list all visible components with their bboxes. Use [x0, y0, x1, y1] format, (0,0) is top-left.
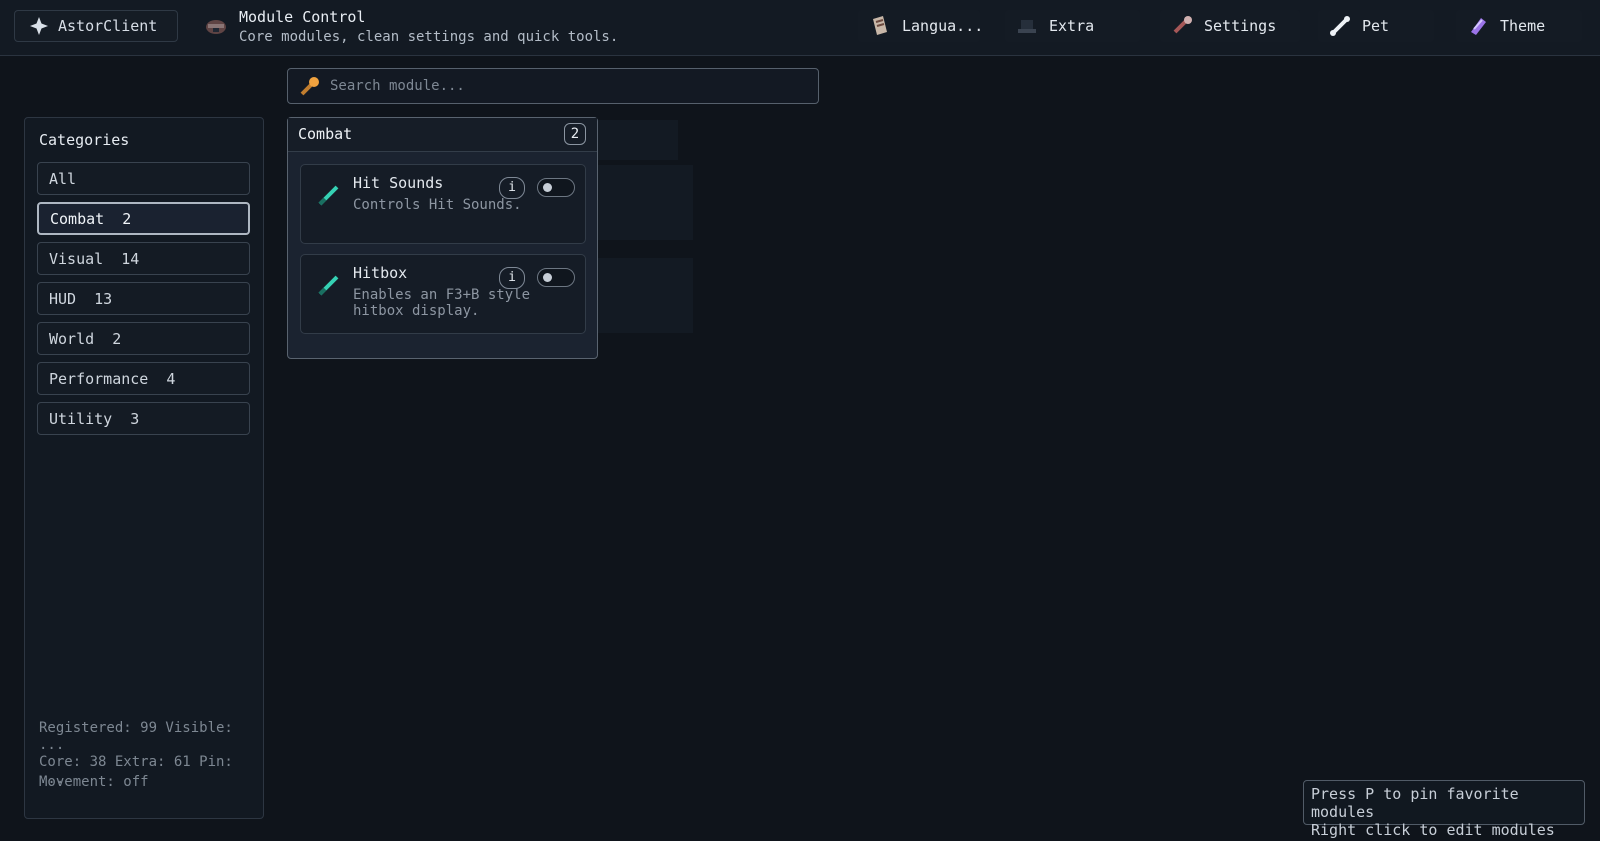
- brand-name: AstorClient: [58, 17, 158, 35]
- nav-settings-label: Settings: [1204, 17, 1277, 35]
- hat-icon: [1018, 20, 1036, 33]
- category-hud[interactable]: HUD 13: [37, 282, 250, 315]
- nav-extra-label: Extra: [1049, 17, 1095, 35]
- bone-icon: [1330, 16, 1350, 36]
- nav-theme-tab[interactable]: Theme: [1456, 10, 1582, 42]
- search-placeholder: Search module...: [330, 78, 465, 94]
- module-title: Module Control: [239, 8, 366, 26]
- category-combat[interactable]: Combat 2: [37, 202, 250, 235]
- category-performance[interactable]: Performance 4: [37, 362, 250, 395]
- panel-header: Combat 2: [288, 118, 597, 152]
- module-card-hitbox[interactable]: Hitbox Enables an F3+B style hitbox disp…: [300, 254, 586, 334]
- categories-sidebar: Categories All Combat 2 Visual 14 HUD 13…: [24, 117, 264, 819]
- sword-icon: [318, 275, 339, 296]
- background-ghost-card: [598, 165, 693, 240]
- book-icon: [873, 16, 887, 35]
- background-ghost-card: [598, 120, 678, 160]
- categories-title: Categories: [39, 131, 130, 149]
- combat-module-panel: Combat 2 Hit Sounds Controls Hit Sounds.…: [287, 117, 598, 359]
- info-button[interactable]: i: [499, 177, 525, 199]
- category-visual[interactable]: Visual 14: [37, 242, 250, 275]
- hint-line-2: Right click to edit modules: [1311, 821, 1555, 839]
- crystal-icon: [1471, 18, 1486, 35]
- category-utility[interactable]: Utility 3: [37, 402, 250, 435]
- nav-extra-tab[interactable]: Extra: [1005, 10, 1140, 42]
- movement-status: Movement: off: [39, 774, 149, 790]
- toggle-knob: [543, 273, 552, 282]
- module-card-hit-sounds[interactable]: Hit Sounds Controls Hit Sounds. i: [300, 164, 586, 244]
- nav-language-label: Langua...: [902, 17, 984, 35]
- module-name: Hit Sounds: [353, 174, 444, 192]
- module-toggle[interactable]: [537, 178, 575, 197]
- module-description: Controls Hit Sounds.: [353, 197, 522, 213]
- module-count-badge: 2: [564, 123, 586, 145]
- module-description: Enables an F3+B style hitbox display.: [353, 287, 531, 319]
- category-world[interactable]: World 2: [37, 322, 250, 355]
- toggle-knob: [543, 183, 552, 192]
- brand-button[interactable]: AstorClient: [14, 10, 178, 42]
- top-bar: AstorClient Module Control Core modules,…: [0, 0, 1600, 56]
- search-input[interactable]: Search module...: [287, 68, 819, 104]
- chest-icon: [206, 20, 226, 34]
- nav-theme-label: Theme: [1500, 17, 1546, 35]
- module-name: Hitbox: [353, 264, 408, 282]
- module-header: Module Control Core modules, clean setti…: [205, 8, 618, 45]
- nav-language-tab[interactable]: Langua...: [858, 10, 984, 42]
- category-all[interactable]: All: [37, 162, 250, 195]
- panel-title: Combat: [298, 125, 353, 143]
- nav-pet-label: Pet: [1362, 17, 1390, 35]
- hint-line-1: Press P to pin favorite modules: [1311, 785, 1519, 821]
- stats-line-1: Registered: 99 Visible: ...: [39, 720, 233, 753]
- star-logo-icon: [30, 17, 48, 35]
- background-ghost-card: [598, 258, 693, 333]
- module-toggle[interactable]: [537, 268, 575, 287]
- nav-pet-tab[interactable]: Pet: [1318, 10, 1434, 42]
- search-icon: [300, 77, 319, 96]
- info-button[interactable]: i: [499, 267, 525, 289]
- module-subtitle: Core modules, clean settings and quick t…: [239, 29, 619, 45]
- sword-icon: [318, 185, 339, 206]
- tool-icon: [1173, 16, 1192, 34]
- hint-box: Press P to pin favorite modules Right cl…: [1303, 780, 1585, 839]
- nav-settings-tab[interactable]: Settings: [1160, 10, 1300, 42]
